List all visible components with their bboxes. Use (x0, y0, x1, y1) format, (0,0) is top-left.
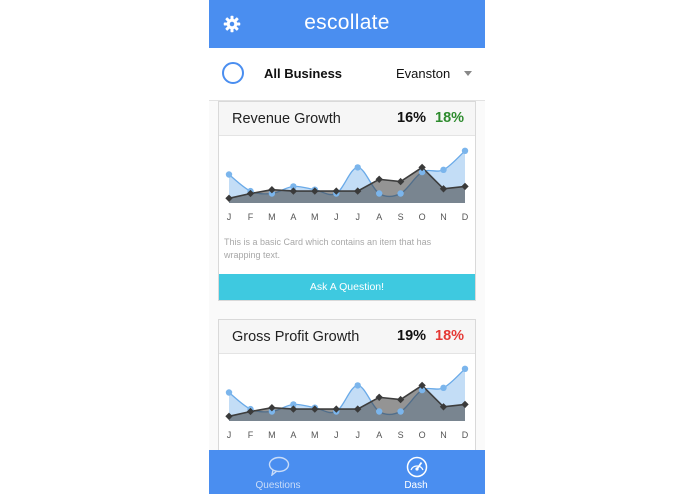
data-point-light (440, 384, 447, 391)
tab-label: Questions (255, 480, 301, 491)
data-point-light (376, 190, 383, 197)
data-point-light (397, 408, 404, 415)
revenue-card: Revenue Growth 16% 18% J F M A M J J A S O N D This… (218, 101, 476, 301)
revenue-chart: JFMAMJJASOND (225, 147, 469, 222)
location-select[interactable]: Evanston (396, 66, 450, 81)
x-tick-label: J (227, 212, 232, 222)
x-tick-label: A (376, 430, 382, 440)
x-tick-label: J (355, 212, 360, 222)
tab-questions[interactable]: Questions (209, 450, 347, 494)
x-tick-label: D (462, 212, 469, 222)
pct-primary: 19% (397, 328, 427, 344)
data-point-light (440, 166, 447, 173)
data-point-light (376, 408, 383, 415)
business-label: All Business (264, 66, 343, 81)
x-tick-label: J (227, 430, 232, 440)
card-header: Gross Profit Growth 19% 18% (219, 320, 475, 354)
x-tick-label: N (440, 212, 447, 222)
pct-secondary: 18% (435, 328, 465, 344)
card-body-text: This is a basic Card which contains an i… (224, 237, 432, 260)
tab-dash[interactable]: Dash (347, 450, 485, 494)
x-tick-label: S (398, 212, 404, 222)
ask-question-button[interactable]: Ask A Question! (219, 274, 475, 300)
data-point-light (225, 389, 233, 396)
x-tick-label: M (311, 212, 319, 222)
x-tick-label: S (398, 430, 404, 440)
card-title: Gross Profit Growth (232, 329, 360, 345)
card-title: Revenue Growth (232, 111, 341, 127)
x-tick-label: F (248, 212, 254, 222)
x-tick-label: O (419, 212, 426, 222)
x-tick-label: A (290, 212, 296, 222)
filter-row: All Business Evanston (209, 48, 485, 101)
x-tick-label: A (376, 212, 382, 222)
speedometer-icon (406, 456, 428, 478)
app-header: escollate (209, 0, 485, 48)
x-tick-label: N (440, 430, 447, 440)
data-point-light (397, 190, 404, 197)
tab-bar: Questions Dash (209, 450, 485, 494)
x-tick-label: F (248, 430, 254, 440)
tab-label: Dash (404, 480, 428, 491)
x-tick-label: D (462, 430, 469, 440)
gross-profit-card: Gross Profit Growth 19% 18% J F M A M J J A S O N D (218, 319, 476, 450)
x-tick-label: M (268, 430, 276, 440)
gross-profit-chart: JFMAMJJASOND (225, 365, 469, 440)
app-title: escollate (304, 11, 390, 34)
x-tick-label: M (311, 430, 319, 440)
x-tick-label: J (334, 212, 339, 222)
data-point-light (354, 164, 361, 171)
data-point-light (461, 147, 469, 154)
chat-bubble-icon (268, 456, 290, 476)
app-screen: escollate All Business Evanston Revenue … (209, 0, 485, 494)
dashboard-content: Revenue Growth 16% 18% J F M A M J J A S O N D This… (209, 101, 485, 450)
x-tick-label: J (355, 430, 360, 440)
pct-secondary: 18% (435, 110, 465, 126)
x-tick-label: A (290, 430, 296, 440)
pct-primary: 16% (397, 110, 427, 126)
x-tick-label: O (419, 430, 426, 440)
x-tick-label: M (268, 212, 276, 222)
business-radio[interactable] (222, 62, 244, 84)
card-header: Revenue Growth 16% 18% (219, 102, 475, 136)
chevron-down-icon[interactable] (464, 71, 472, 76)
data-point-light (225, 171, 233, 178)
data-point-light (354, 382, 361, 389)
x-tick-label: J (334, 430, 339, 440)
data-point-light (461, 365, 469, 372)
